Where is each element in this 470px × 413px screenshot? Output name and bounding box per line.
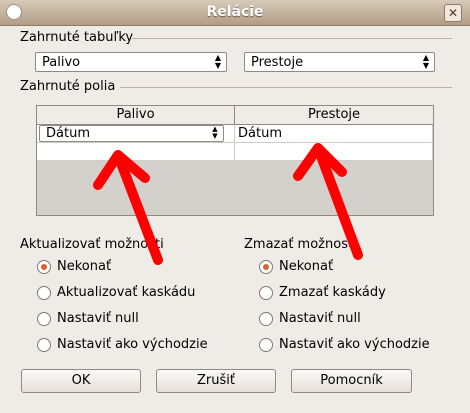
radio-label: Aktualizovať kaskádu [57, 285, 196, 300]
delete-option[interactable]: Nekonať [259, 259, 333, 274]
radio-button[interactable] [259, 337, 273, 352]
left-table-value: Palivo [42, 55, 81, 70]
column-header-left[interactable]: Palivo [37, 106, 235, 125]
fields-grid: Palivo Prestoje Dátum ▲ ▼ Dátum [36, 105, 434, 216]
title-bar: Relácie ✕ [0, 0, 470, 26]
delete-options-label: Zmazať možnosti [244, 237, 357, 252]
delete-option[interactable]: Nastaviť null [259, 311, 361, 326]
column-header-right[interactable]: Prestoje [235, 106, 433, 125]
grid-cell-left[interactable] [37, 143, 235, 161]
radio-label: Nastaviť null [279, 311, 361, 326]
grid-cell-left[interactable]: Dátum ▲ ▼ [37, 125, 235, 143]
radio-label: Nastaviť ako východzie [279, 337, 430, 352]
update-option[interactable]: Nastaviť ako východzie [37, 337, 208, 352]
radio-button[interactable] [37, 311, 51, 326]
radio-button[interactable] [37, 259, 51, 274]
radio-button[interactable] [259, 259, 273, 274]
radio-label: Nekonať [57, 259, 112, 274]
update-options-label: Aktualizovať možnosti [20, 237, 164, 252]
field-value-right: Dátum [238, 126, 282, 141]
relations-dialog: Relácie ✕ Zahrnuté tabuľky Palivo ▲ ▼ Pre… [0, 0, 470, 413]
right-table-value: Prestoje [251, 55, 304, 70]
right-table-select[interactable]: Prestoje ▲ ▼ [244, 52, 435, 72]
cancel-button[interactable]: Zrušiť [156, 369, 276, 393]
radio-button[interactable] [37, 285, 51, 300]
spinner-arrows-icon: ▲ ▼ [214, 53, 222, 70]
radio-label: Nastaviť null [57, 311, 139, 326]
radio-button[interactable] [37, 337, 51, 352]
radio-label: Nastaviť ako východzie [57, 337, 208, 352]
radio-label: Nekonať [279, 259, 334, 274]
grid-cell-right[interactable] [235, 143, 433, 161]
field-select-value: Dátum [46, 126, 90, 141]
grid-cell-right[interactable]: Dátum [235, 125, 433, 143]
radio-button[interactable] [259, 311, 273, 326]
spinner-arrows-icon: ▲ ▼ [422, 53, 430, 70]
ok-button[interactable]: OK [21, 369, 141, 393]
left-table-select[interactable]: Palivo ▲ ▼ [35, 52, 227, 72]
divider [132, 38, 452, 39]
window-title: Relácie [206, 4, 264, 20]
field-select-left[interactable]: Dátum ▲ ▼ [39, 125, 224, 142]
close-icon[interactable]: ✕ [444, 4, 462, 22]
delete-option[interactable]: Nastaviť ako východzie [259, 337, 430, 352]
radio-button[interactable] [259, 285, 273, 300]
included-fields-label: Zahrnuté polia [20, 79, 116, 94]
divider [120, 87, 452, 88]
included-tables-label: Zahrnuté tabuľky [20, 30, 134, 45]
spinner-arrows-icon: ▲ ▼ [212, 125, 218, 140]
radio-label: Zmazať kaskády [279, 285, 386, 300]
help-button[interactable]: Pomocník [291, 369, 412, 393]
delete-option[interactable]: Zmazať kaskády [259, 285, 386, 300]
update-option[interactable]: Nekonať [37, 259, 111, 274]
update-option[interactable]: Aktualizovať kaskádu [37, 285, 195, 300]
update-option[interactable]: Nastaviť null [37, 311, 139, 326]
